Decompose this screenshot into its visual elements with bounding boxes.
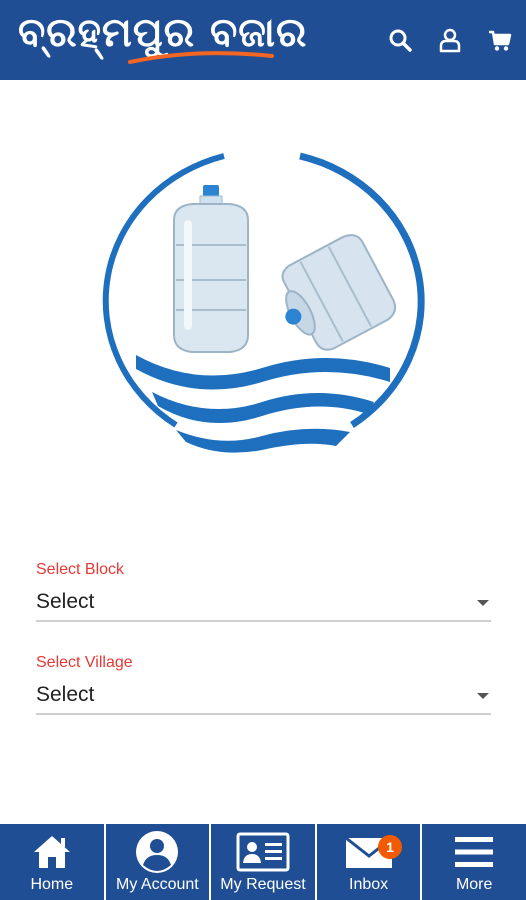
nav-home[interactable]: Home: [0, 824, 104, 900]
standing-bottle: [173, 185, 249, 353]
top-app-bar: ବ୍ରହ୍ମପୁର ବଜାର: [0, 0, 526, 80]
nav-my-account[interactable]: My Account: [103, 824, 210, 900]
block-select-value: Select: [36, 590, 95, 613]
chevron-down-icon: [477, 600, 489, 606]
nav-home-label: Home: [30, 876, 74, 893]
nav-my-request-label: My Request: [220, 876, 306, 893]
bottom-nav: Home My Account My Request Inbox More: [0, 824, 526, 900]
home-icon: [30, 830, 74, 874]
block-select[interactable]: Select: [36, 580, 491, 622]
nav-my-request[interactable]: My Request: [209, 824, 315, 900]
block-field: Select Block Select: [36, 560, 491, 622]
block-label: Select Block: [36, 561, 125, 578]
id-card-icon: [236, 830, 290, 874]
chevron-down-icon: [477, 693, 489, 699]
water-bottles-logo: [102, 152, 425, 453]
nav-inbox[interactable]: Inbox: [314, 824, 421, 900]
village-label: Select Village: [36, 654, 133, 671]
search-icon[interactable]: [384, 24, 416, 56]
nav-inbox-label: Inbox: [349, 876, 389, 893]
menu-icon: [453, 830, 495, 874]
logo-swoosh: [128, 51, 274, 64]
account-icon: [134, 830, 180, 874]
village-field: Select Village Select: [36, 653, 491, 715]
nav-more-label: More: [455, 876, 493, 893]
nav-my-account-label: My Account: [116, 876, 199, 893]
cart-icon[interactable]: [484, 24, 516, 56]
nav-more[interactable]: More: [420, 824, 526, 900]
user-icon[interactable]: [434, 24, 466, 56]
village-select[interactable]: Select: [36, 673, 491, 715]
inbox-badge: 1: [378, 835, 402, 859]
village-select-value: Select: [36, 683, 95, 706]
lying-bottle: [281, 234, 397, 351]
